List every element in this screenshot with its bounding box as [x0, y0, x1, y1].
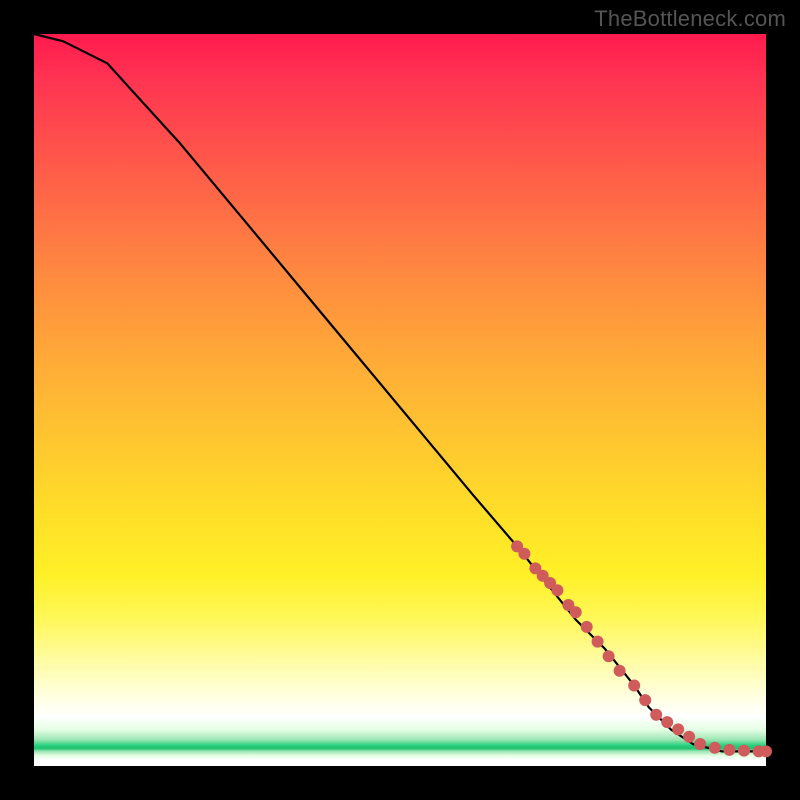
dot — [672, 723, 684, 735]
dot — [570, 606, 582, 618]
dot — [694, 738, 706, 750]
dot — [551, 584, 563, 596]
dot — [581, 621, 593, 633]
dot — [709, 742, 721, 754]
dot — [518, 548, 530, 560]
dot — [603, 650, 615, 662]
plot-area — [34, 34, 766, 766]
highlight-dots — [511, 540, 772, 757]
dot — [650, 709, 662, 721]
dot — [628, 680, 640, 692]
chart-frame: TheBottleneck.com — [0, 0, 800, 800]
dot — [760, 745, 772, 757]
dot — [738, 745, 750, 757]
dot — [592, 636, 604, 648]
dot — [723, 744, 735, 756]
dot — [614, 665, 626, 677]
dot — [639, 694, 651, 706]
dot — [683, 731, 695, 743]
watermark-text: TheBottleneck.com — [594, 6, 786, 32]
bottleneck-curve — [34, 34, 766, 751]
dot — [661, 716, 673, 728]
curve-layer — [34, 34, 766, 766]
